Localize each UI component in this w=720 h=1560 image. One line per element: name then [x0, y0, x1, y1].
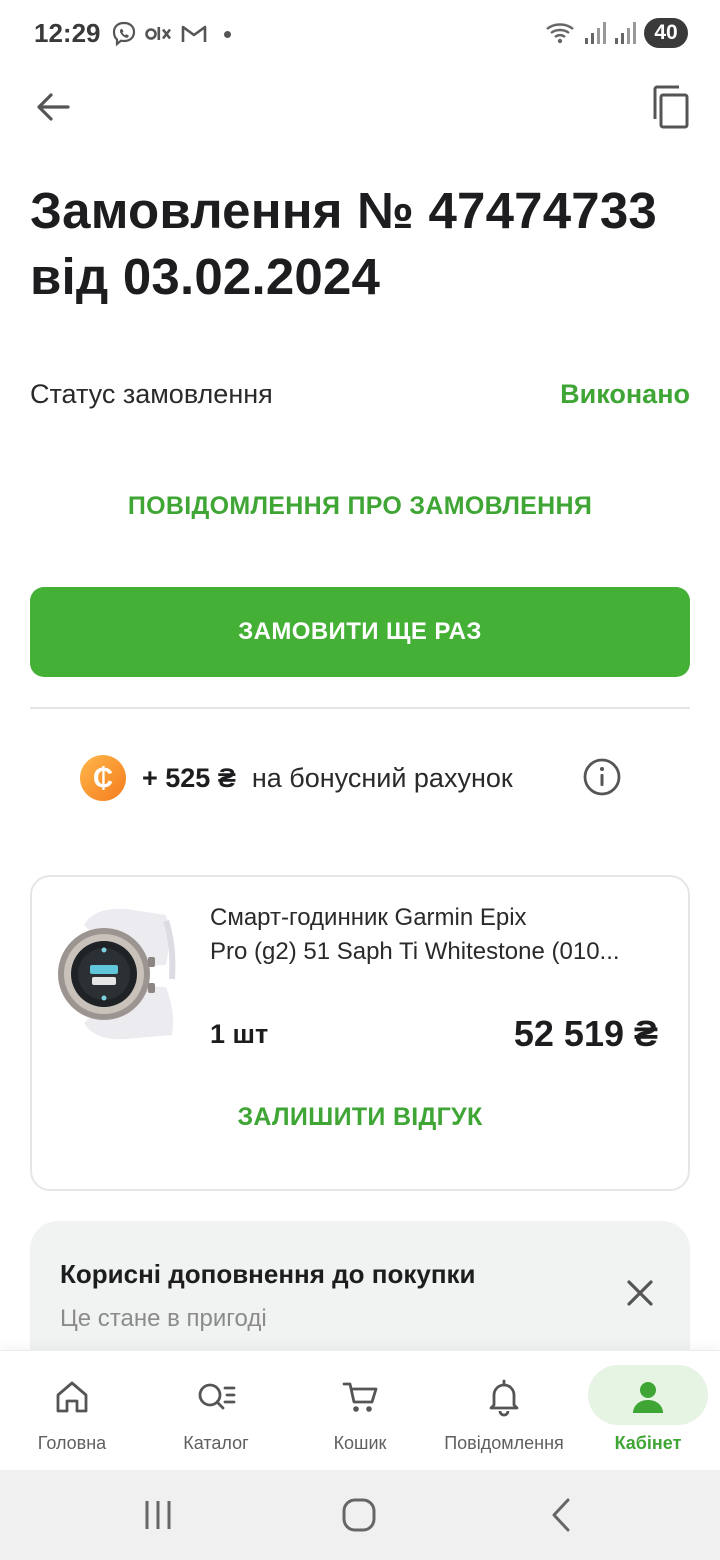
nav-label-notifications: Повідомлення	[444, 1433, 564, 1453]
catalog-search-icon	[198, 1383, 236, 1410]
order-date: від 03.02.2024	[30, 248, 381, 305]
product-price: 52 519 ₴	[513, 1013, 658, 1054]
nav-item-catalog[interactable]: Каталог	[144, 1351, 288, 1471]
nav-item-notifications[interactable]: Повідомлення	[432, 1351, 576, 1471]
olx-icon	[145, 27, 172, 40]
divider	[30, 707, 690, 709]
back-button[interactable]	[30, 84, 76, 130]
home-circle-icon	[342, 1498, 376, 1532]
home-icon	[56, 1381, 88, 1413]
order-number: Замовлення № 47474733	[30, 182, 657, 239]
status-bar: 12:29 40	[0, 0, 720, 68]
recent-apps-button[interactable]	[135, 1492, 181, 1538]
bonus-coin-icon: ₵	[80, 755, 126, 801]
bonus-amount: + 525 ₴	[142, 762, 236, 793]
addons-subtitle: Це стане в пригоді	[60, 1305, 267, 1332]
product-card[interactable]: Смарт-годинник Garmin Epix Pro (g2) 51 S…	[30, 875, 690, 1191]
nav-item-home[interactable]: Головна	[0, 1351, 144, 1471]
nav-label-home: Головна	[37, 1433, 107, 1453]
nav-label-cabinet: Кабінет	[614, 1433, 682, 1453]
dot-icon	[224, 30, 231, 38]
product-quantity: 1 шт	[210, 1019, 269, 1049]
bottom-navigation: Головна Каталог Кошик Повідомлення Кабін…	[0, 1350, 720, 1470]
arrow-left-icon	[37, 93, 70, 121]
signal-icon	[615, 22, 636, 44]
chevron-left-icon	[552, 1498, 570, 1532]
bonus-row: ₵ + 525 ₴ на бонусний рахунок	[80, 754, 513, 802]
nav-label-catalog: Каталог	[183, 1433, 249, 1453]
nav-item-cabinet[interactable]: Кабінет	[576, 1351, 720, 1471]
recent-apps-icon	[145, 1501, 171, 1529]
order-status-value: Виконано	[560, 378, 690, 409]
wifi-icon	[546, 23, 574, 44]
nav-item-cart[interactable]: Кошик	[288, 1351, 432, 1471]
copy-icon	[653, 85, 689, 129]
viber-icon	[112, 21, 136, 47]
battery-icon: 40	[644, 18, 688, 48]
info-icon	[583, 758, 621, 796]
bell-icon	[489, 1379, 519, 1417]
cart-icon	[342, 1382, 378, 1412]
nav-label-cart: Кошик	[333, 1433, 387, 1453]
order-status-row: Статус замовлення Виконано	[30, 372, 690, 416]
product-name-line2: Pro (g2) 51 Saph Ti Whitestone (010...	[210, 938, 620, 965]
close-icon[interactable]	[624, 1277, 656, 1309]
product-name[interactable]: Смарт-годинник Garmin Epix Pro (g2) 51 S…	[210, 901, 670, 969]
system-icons: 40	[544, 18, 688, 48]
addons-title: Корисні доповнення до покупки	[60, 1259, 476, 1289]
reorder-button[interactable]: ЗАМОВИТИ ЩЕ РАЗ	[30, 587, 690, 677]
signal-icon	[585, 22, 606, 44]
system-back-button[interactable]	[538, 1492, 584, 1538]
bonus-info-button[interactable]	[582, 757, 622, 797]
user-icon	[633, 1382, 663, 1413]
status-time: 12:29	[34, 18, 101, 48]
page-title: Замовлення № 47474733 від 03.02.2024	[30, 178, 690, 310]
gmail-icon	[181, 25, 207, 42]
product-image[interactable]	[54, 905, 176, 1043]
leave-review-link[interactable]: ЗАЛИШИТИ ВІДГУК	[32, 1103, 688, 1132]
product-name-line1: Смарт-годинник Garmin Epix	[210, 904, 527, 931]
order-status-label: Статус замовлення	[30, 378, 273, 409]
home-button[interactable]	[336, 1492, 382, 1538]
order-notifications-link[interactable]: ПОВІДОМЛЕННЯ ПРО ЗАМОВЛЕННЯ	[30, 492, 690, 521]
copy-button[interactable]	[646, 82, 694, 132]
bonus-text: на бонусний рахунок	[251, 762, 513, 793]
system-navigation-bar	[0, 1470, 720, 1560]
notification-icons	[110, 20, 231, 48]
